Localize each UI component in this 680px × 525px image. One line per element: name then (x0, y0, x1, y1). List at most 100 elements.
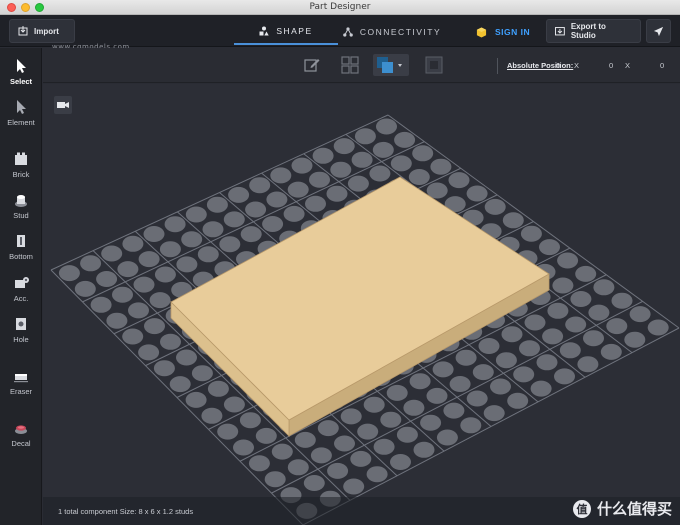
baseplate-stud (449, 376, 471, 392)
cube-icon (476, 26, 487, 38)
export-to-studio-button[interactable]: Export to Studio (546, 19, 641, 43)
scene-canvas[interactable] (43, 84, 680, 525)
material-icon[interactable] (423, 54, 445, 76)
baseplate-stud (611, 292, 633, 309)
baseplate-stud (185, 391, 207, 408)
baseplate-stud (185, 206, 207, 223)
export-label: Export to Studio (570, 22, 606, 40)
sign-in-button[interactable]: SIGN IN (476, 19, 530, 45)
left-toolbar: Select Element Brick Stud Bottom Acc. Ho… (0, 48, 42, 525)
3d-viewport[interactable]: 1 total component Size: 8 x 6 x 1.2 stud… (43, 84, 680, 525)
baseplate-stud (606, 318, 628, 335)
coord-y-value[interactable]: 0 (609, 61, 613, 70)
top-bar: Import www.cgmodels.com SHAPE CONNECTIVI… (0, 15, 680, 51)
tool-brick[interactable]: Brick (0, 151, 42, 179)
baseplate-stud (333, 138, 355, 155)
baseplate-stud (248, 455, 270, 472)
baseplate-stud (181, 231, 203, 248)
baseplate-stud (409, 373, 431, 390)
color-picker-button[interactable] (373, 54, 409, 76)
import-label: Import (34, 26, 59, 36)
tool-bottom[interactable]: Bottom (0, 233, 42, 261)
baseplate-stud (354, 128, 376, 145)
baseplate-stud (191, 365, 213, 382)
tab-shape-label: SHAPE (276, 26, 313, 36)
baseplate-stud (287, 181, 309, 198)
tool-accessory-label: Acc. (13, 294, 29, 303)
tool-element[interactable]: Element (0, 99, 42, 127)
baseplate-stud (357, 423, 379, 440)
baseplate-stud (524, 314, 546, 331)
baseplate-stud (309, 171, 330, 188)
import-button[interactable]: Import (9, 19, 75, 43)
baseplate-stud (138, 251, 160, 268)
baseplate-stud (101, 245, 123, 262)
baseplate-stud (484, 198, 506, 215)
baseplate-stud (239, 412, 261, 429)
tool-hole[interactable]: Hole (0, 316, 42, 344)
bottom-icon (17, 235, 25, 247)
tool-bottom-label: Bottom (9, 252, 33, 261)
video-camera-icon (57, 102, 69, 108)
tool-stud-label: Stud (13, 211, 29, 220)
coord-x-value[interactable]: 0 (556, 61, 560, 70)
baseplate-stud (233, 439, 254, 456)
tab-connectivity[interactable]: CONNECTIVITY (340, 19, 444, 45)
baseplate-stud (412, 145, 434, 162)
baseplate-stud (554, 368, 575, 385)
publish-button[interactable] (646, 19, 671, 43)
baseplate-stud (575, 265, 597, 282)
baseplate-stud (426, 387, 448, 404)
tool-accessory[interactable]: Acc. (0, 275, 42, 303)
tool-decal[interactable]: Decal (0, 420, 42, 448)
baseplate-stud (513, 366, 535, 383)
tab-shape[interactable]: SHAPE (234, 19, 338, 45)
view-toolbar: Absolute Position: 0 X 0 X 0 (43, 48, 680, 83)
tool-stud[interactable]: Stud (0, 192, 42, 220)
baseplate-stud (460, 417, 482, 434)
baseplate-stud (530, 380, 552, 397)
baseplate-stud (303, 475, 325, 491)
baseplate-stud (219, 236, 241, 253)
baseplate-stud (570, 291, 592, 307)
baseplate-stud (552, 277, 574, 294)
baseplate-stud (80, 255, 102, 272)
watermark-logo: 值 什么值得买 (572, 498, 672, 519)
baseplate-stud (74, 280, 96, 297)
baseplate-stud (588, 304, 610, 321)
baseplate-stud (443, 402, 465, 419)
baseplate-stud (577, 356, 599, 373)
baseplate-stud (372, 141, 394, 158)
baseplate-stud (520, 225, 542, 242)
baseplate-stud (432, 361, 454, 378)
baseplate-stud (197, 246, 219, 263)
camera-button[interactable] (54, 96, 72, 114)
tool-select[interactable]: Select (0, 58, 42, 86)
edit-icon[interactable] (301, 54, 323, 76)
baseplate-stud (536, 354, 558, 371)
baseplate-stud (159, 241, 181, 258)
baseplate-stud (287, 459, 309, 476)
baseplate-stud (629, 306, 651, 323)
tool-eraser[interactable]: Eraser (0, 368, 42, 396)
baseplate-stud (466, 390, 488, 407)
baseplate-stud (366, 466, 388, 483)
grid-view-icon[interactable] (339, 54, 361, 76)
baseplate-stud (283, 205, 305, 222)
baseplate-stud (317, 420, 339, 437)
baseplate-stud (557, 252, 579, 269)
baseplate-stud (347, 175, 369, 192)
accessory-icon (15, 277, 29, 288)
baseplate-stud (351, 151, 373, 168)
baseplate-stud (153, 360, 175, 377)
baseplate-stud (58, 265, 80, 282)
baseplate-stud (472, 364, 494, 381)
baseplate-stud (565, 316, 587, 333)
baseplate-stud (327, 462, 349, 479)
baseplate-stud (502, 212, 524, 229)
baseplate-stud (201, 407, 223, 424)
baseplate-stud (96, 271, 118, 287)
baseplate-stud (408, 169, 430, 185)
coord-z-value[interactable]: 0 (660, 61, 664, 70)
baseplate-stud (490, 378, 511, 395)
